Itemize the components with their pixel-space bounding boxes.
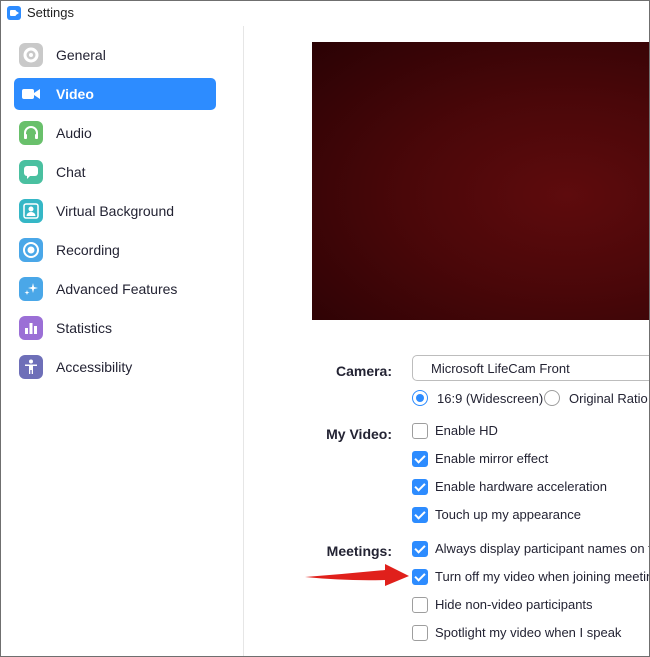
- record-icon: [19, 238, 43, 262]
- aspect-original-label: Original Ratio: [569, 391, 648, 406]
- video-settings-panel: Camera: Microsoft LifeCam Front 16:9 (Wi…: [244, 26, 649, 656]
- enable-hd-checkbox[interactable]: [412, 423, 428, 439]
- touch-up-appearance-label: Touch up my appearance: [435, 507, 581, 522]
- aspect-widescreen-radio[interactable]: [412, 390, 428, 406]
- hardware-acceleration-checkbox[interactable]: [412, 479, 428, 495]
- sidebar-item-virtual-background[interactable]: Virtual Background: [14, 195, 216, 227]
- sidebar-item-recording[interactable]: Recording: [14, 234, 216, 266]
- sidebar-item-accessibility[interactable]: Accessibility: [14, 351, 216, 383]
- meetings-label: Meetings:: [326, 543, 392, 559]
- hardware-acceleration-label: Enable hardware acceleration: [435, 479, 607, 494]
- display-names-label: Always display participant names on thei…: [435, 541, 649, 556]
- sidebar-item-general[interactable]: General: [14, 39, 216, 71]
- headphones-icon: [19, 121, 43, 145]
- sidebar-item-label: General: [56, 47, 106, 63]
- sidebar-item-label: Virtual Background: [56, 203, 175, 219]
- settings-window: Settings General Video Audio Chat Virtua…: [0, 0, 650, 657]
- sidebar-item-video[interactable]: Video: [14, 78, 216, 110]
- accessibility-icon: [19, 355, 43, 379]
- camera-select-value: Microsoft LifeCam Front: [431, 361, 570, 376]
- sidebar-item-advanced-features[interactable]: Advanced Features: [14, 273, 216, 305]
- spotlight-video-label: Spotlight my video when I speak: [435, 625, 622, 640]
- sidebar-item-label: Advanced Features: [56, 281, 178, 297]
- sidebar-item-label: Audio: [56, 125, 92, 141]
- sidebar-item-statistics[interactable]: Statistics: [14, 312, 216, 344]
- sidebar-item-label: Chat: [56, 164, 86, 180]
- spotlight-video-checkbox[interactable]: [412, 625, 428, 641]
- sidebar-item-label: Video: [56, 86, 94, 102]
- sidebar-item-label: Statistics: [56, 320, 113, 336]
- title-bar: Settings: [1, 1, 649, 26]
- portrait-icon: [19, 199, 43, 223]
- camera-label: Camera:: [335, 363, 392, 379]
- settings-sidebar: General Video Audio Chat Virtual Backgro…: [1, 26, 244, 656]
- aspect-widescreen-label: 16:9 (Widescreen): [437, 391, 544, 406]
- display-names-checkbox[interactable]: [412, 541, 428, 557]
- hide-non-video-label: Hide non-video participants: [435, 597, 593, 612]
- enable-hd-label: Enable HD: [435, 423, 498, 438]
- touch-up-appearance-checkbox[interactable]: [412, 507, 428, 523]
- chat-bubble-icon: [19, 160, 43, 184]
- bar-chart-icon: [19, 316, 43, 340]
- gear-icon: [19, 43, 43, 67]
- window-title: Settings: [27, 5, 74, 20]
- turn-off-video-label: Turn off my video when joining meeting: [435, 569, 650, 584]
- sidebar-item-audio[interactable]: Audio: [14, 117, 216, 149]
- aspect-original-radio[interactable]: [544, 390, 560, 406]
- camera-preview: [312, 42, 649, 320]
- hide-non-video-checkbox[interactable]: [412, 597, 428, 613]
- annotation-arrow-icon: [305, 564, 409, 586]
- zoom-app-icon: [7, 6, 21, 20]
- my-video-label: My Video:: [326, 426, 392, 442]
- video-camera-icon: [19, 82, 43, 106]
- sidebar-item-chat[interactable]: Chat: [14, 156, 216, 188]
- sidebar-item-label: Accessibility: [56, 359, 133, 375]
- camera-select[interactable]: Microsoft LifeCam Front: [412, 355, 649, 381]
- mirror-effect-label: Enable mirror effect: [435, 451, 549, 466]
- mirror-effect-checkbox[interactable]: [412, 451, 428, 467]
- sidebar-item-label: Recording: [56, 242, 120, 258]
- sparkle-icon: [19, 277, 43, 301]
